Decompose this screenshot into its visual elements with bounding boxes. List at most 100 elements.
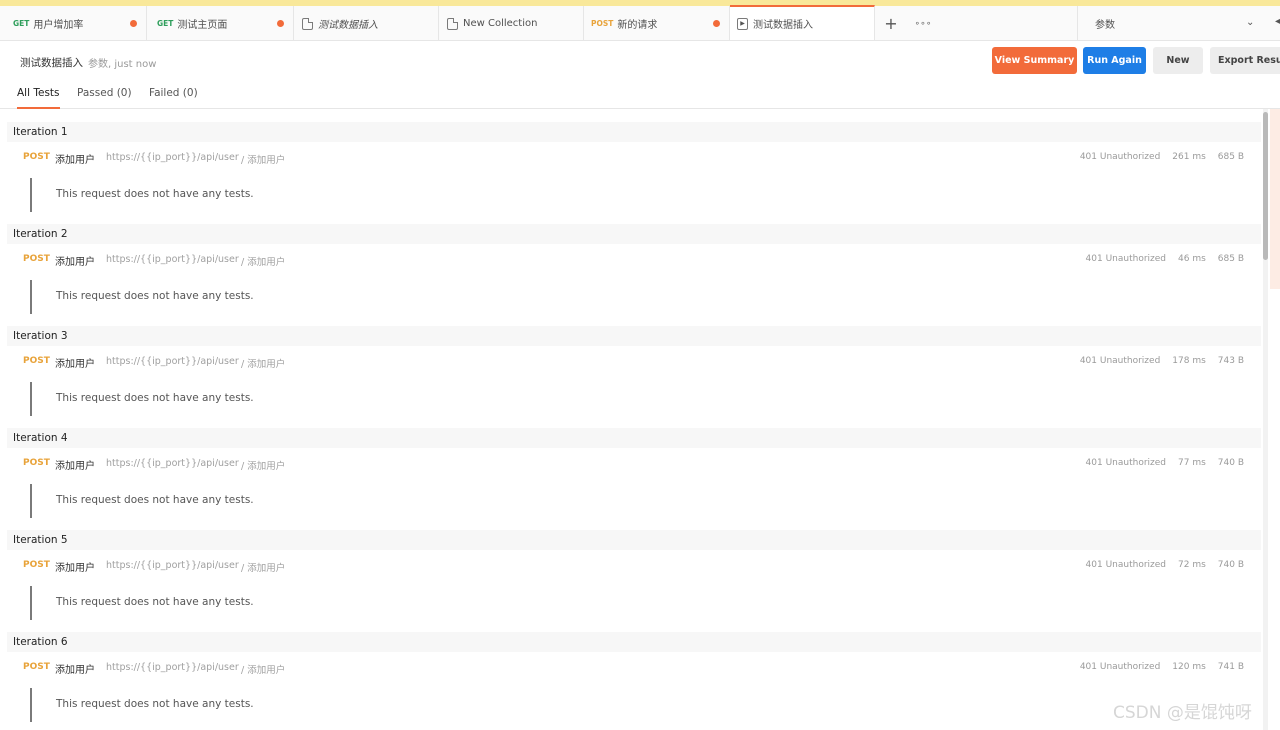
request-row[interactable]: POST 添加用户 https://{{ip_port}}/api/user / 添加… bbox=[7, 142, 1261, 178]
tab-label: 测试数据插入 bbox=[753, 20, 813, 31]
add-tab-button[interactable]: + bbox=[875, 6, 907, 41]
document-icon bbox=[302, 17, 313, 30]
response-time: 261 ms bbox=[1172, 152, 1206, 162]
test-results: This request does not have any tests. bbox=[7, 586, 1261, 632]
tab-bar: GET 用户增加率 GET 测试主页面 测试数据插入 New Collectio… bbox=[0, 5, 1280, 41]
tab-runner-active[interactable]: ▶ 测试数据插入 bbox=[730, 5, 875, 40]
test-results: This request does not have any tests. bbox=[7, 484, 1261, 530]
response-status: 401 Unauthorized bbox=[1079, 152, 1161, 162]
no-tests-message: This request does not have any tests. bbox=[56, 290, 254, 302]
iteration-header: Iteration 4 bbox=[7, 428, 1261, 448]
runner-icon: ▶ bbox=[737, 17, 748, 30]
iteration-header: Iteration 1 bbox=[7, 122, 1261, 142]
request-row[interactable]: POST 添加用户 https://{{ip_port}}/api/user / 添加… bbox=[7, 550, 1261, 586]
response-stats: 401 Unauthorized 178 ms 743 B bbox=[1080, 356, 1244, 366]
test-results: This request does not have any tests. bbox=[7, 382, 1261, 428]
tab-failed[interactable]: Failed (0) bbox=[149, 87, 198, 109]
request-folder: / 添加用户 bbox=[241, 563, 286, 574]
request-name[interactable]: 添加用户 bbox=[55, 253, 95, 268]
test-indent-bar bbox=[30, 688, 32, 722]
iteration-results-list: Iteration 1 POST 添加用户 https://{{ip_port}}/a… bbox=[7, 122, 1261, 730]
response-size: 741 B bbox=[1217, 662, 1244, 672]
export-results-button[interactable]: Export Results bbox=[1210, 47, 1280, 74]
tab-request-2[interactable]: GET 测试主页面 bbox=[147, 6, 294, 41]
response-status: 401 Unauthorized bbox=[1079, 356, 1161, 366]
request-url: https://{{ip_port}}/api/user bbox=[106, 662, 239, 673]
request-folder: / 添加用户 bbox=[241, 359, 286, 370]
request-url: https://{{ip_port}}/api/user bbox=[106, 560, 239, 571]
request-row[interactable]: POST 添加用户 https://{{ip_port}}/api/user / 添加… bbox=[7, 244, 1261, 280]
iteration-block: Iteration 5 POST 添加用户 https://{{ip_port}}/a… bbox=[7, 530, 1261, 632]
tab-label: New Collection bbox=[463, 18, 538, 29]
environment-quick-look-icon[interactable]: ◂ bbox=[1275, 16, 1280, 27]
test-results: This request does not have any tests. bbox=[7, 688, 1261, 730]
request-row[interactable]: POST 添加用户 https://{{ip_port}}/api/user / 添加… bbox=[7, 346, 1261, 382]
no-tests-message: This request does not have any tests. bbox=[56, 392, 254, 404]
request-name[interactable]: 添加用户 bbox=[55, 355, 95, 370]
request-folder: / 添加用户 bbox=[241, 665, 286, 676]
response-time: 72 ms bbox=[1178, 560, 1206, 570]
request-folder: / 添加用户 bbox=[241, 461, 286, 472]
request-name[interactable]: 添加用户 bbox=[55, 151, 95, 166]
side-panel-edge bbox=[1270, 109, 1280, 289]
runner-window: GET 用户增加率 GET 测试主页面 测试数据插入 New Collectio… bbox=[0, 0, 1280, 730]
response-status: 401 Unauthorized bbox=[1079, 662, 1161, 672]
environment-selector[interactable]: 参数 ⌄ ◂ bbox=[1077, 6, 1280, 40]
no-tests-message: This request does not have any tests. bbox=[56, 596, 254, 608]
tab-all-tests[interactable]: All Tests bbox=[17, 87, 60, 109]
response-stats: 401 Unauthorized 77 ms 740 B bbox=[1086, 458, 1244, 468]
response-time: 178 ms bbox=[1172, 356, 1206, 366]
new-button[interactable]: New bbox=[1153, 47, 1203, 74]
test-results: This request does not have any tests. bbox=[7, 280, 1261, 326]
chevron-down-icon: ⌄ bbox=[1246, 17, 1255, 28]
request-row[interactable]: POST 添加用户 https://{{ip_port}}/api/user / 添加… bbox=[7, 448, 1261, 484]
tab-label: 用户增加率 bbox=[33, 20, 84, 31]
iteration-header: Iteration 3 bbox=[7, 326, 1261, 346]
plus-icon: + bbox=[884, 14, 898, 33]
iteration-header: Iteration 5 bbox=[7, 530, 1261, 550]
request-url: https://{{ip_port}}/api/user bbox=[106, 356, 239, 367]
tab-label: 新的请求 bbox=[617, 20, 658, 31]
scrollbar-thumb[interactable] bbox=[1263, 112, 1268, 260]
request-name[interactable]: 添加用户 bbox=[55, 661, 95, 676]
tab-request-1[interactable]: GET 用户增加率 bbox=[0, 6, 147, 41]
more-tabs-button[interactable]: ∘∘∘ bbox=[907, 6, 939, 41]
response-status: 401 Unauthorized bbox=[1085, 254, 1166, 264]
response-stats: 401 Unauthorized 46 ms 685 B bbox=[1086, 254, 1244, 264]
response-status: 401 Unauthorized bbox=[1085, 458, 1166, 468]
run-header: 测试数据插入 参数, just now View Summary Run Aga… bbox=[0, 41, 1280, 81]
request-method: POST bbox=[23, 560, 50, 570]
test-indent-bar bbox=[30, 382, 32, 416]
response-size: 740 B bbox=[1217, 560, 1244, 570]
iteration-block: Iteration 2 POST 添加用户 https://{{ip_port}}/a… bbox=[7, 224, 1261, 326]
tab-method: POST bbox=[591, 19, 614, 28]
test-indent-bar bbox=[30, 484, 32, 518]
iteration-block: Iteration 3 POST 添加用户 https://{{ip_port}}/a… bbox=[7, 326, 1261, 428]
request-row[interactable]: POST 添加用户 https://{{ip_port}}/api/user / 添加… bbox=[7, 652, 1261, 688]
iteration-block: Iteration 4 POST 添加用户 https://{{ip_port}}/a… bbox=[7, 428, 1261, 530]
test-indent-bar bbox=[30, 280, 32, 314]
tab-method: GET bbox=[13, 19, 30, 28]
run-title: 测试数据插入 bbox=[20, 57, 83, 69]
iteration-block: Iteration 1 POST 添加用户 https://{{ip_port}}/a… bbox=[7, 122, 1261, 224]
iteration-block: Iteration 6 POST 添加用户 https://{{ip_port}}/a… bbox=[7, 632, 1261, 730]
response-size: 743 B bbox=[1217, 356, 1244, 366]
request-method: POST bbox=[23, 356, 50, 366]
tab-collection-1[interactable]: 测试数据插入 bbox=[294, 6, 439, 41]
no-tests-message: This request does not have any tests. bbox=[56, 698, 254, 710]
response-status: 401 Unauthorized bbox=[1085, 560, 1166, 570]
response-stats: 401 Unauthorized 261 ms 685 B bbox=[1080, 152, 1244, 162]
view-summary-button[interactable]: View Summary bbox=[992, 47, 1077, 74]
request-name[interactable]: 添加用户 bbox=[55, 559, 95, 574]
run-meta: 参数, just now bbox=[88, 59, 157, 70]
run-again-button[interactable]: Run Again bbox=[1083, 47, 1146, 74]
tab-passed[interactable]: Passed (0) bbox=[77, 87, 132, 109]
tab-request-3[interactable]: POST 新的请求 bbox=[584, 6, 730, 41]
response-size: 685 B bbox=[1217, 152, 1244, 162]
unsaved-dot-icon bbox=[130, 20, 137, 27]
request-method: POST bbox=[23, 662, 50, 672]
tab-collection-2[interactable]: New Collection bbox=[439, 6, 584, 41]
tab-method: GET bbox=[157, 19, 174, 28]
request-name[interactable]: 添加用户 bbox=[55, 457, 95, 472]
response-size: 685 B bbox=[1217, 254, 1244, 264]
